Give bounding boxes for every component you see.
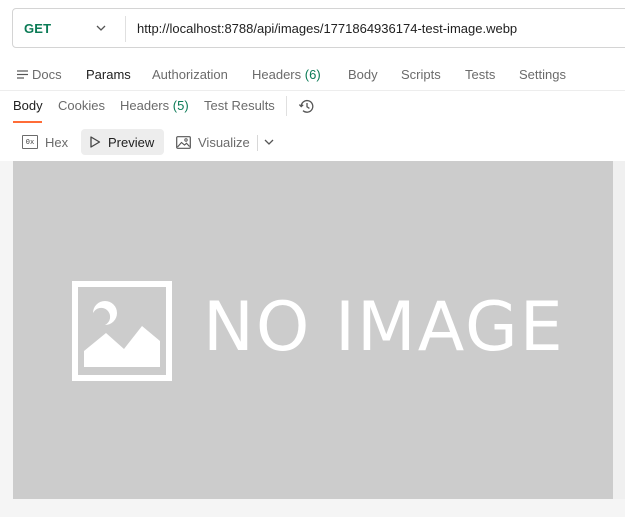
preview-view-label: Preview	[108, 134, 155, 150]
tab-headers[interactable]: Headers (6)	[252, 67, 321, 82]
method-label: GET	[24, 20, 52, 36]
visualize-view-button[interactable]: Visualize	[168, 129, 258, 155]
tabs-separator	[286, 96, 287, 116]
response-tab-headers[interactable]: Headers (5)	[120, 98, 189, 113]
tab-docs[interactable]: Docs	[17, 67, 62, 82]
method-divider	[125, 16, 126, 42]
url-input[interactable]	[137, 9, 607, 47]
response-preview-area: NO IMAGE	[0, 161, 625, 517]
hex-icon: 0x	[22, 135, 38, 149]
image-icon	[176, 135, 191, 149]
no-image-text: NO IMAGE	[203, 288, 565, 367]
history-icon[interactable]	[298, 98, 315, 115]
preview-view-button[interactable]: Preview	[81, 129, 164, 155]
response-tab-headers-count: (5)	[172, 98, 189, 113]
method-selector[interactable]: GET	[13, 9, 126, 47]
no-image-placeholder: NO IMAGE	[13, 161, 613, 499]
tab-scripts[interactable]: Scripts	[401, 67, 441, 82]
hex-view-button[interactable]: 0x Hex	[14, 129, 76, 155]
response-tab-body[interactable]: Body	[13, 98, 43, 113]
request-tabs: Docs Params Authorization Headers (6) Bo…	[0, 60, 625, 90]
response-tab-headers-label: Headers	[120, 98, 170, 113]
tab-docs-label: Docs	[32, 67, 62, 82]
tab-headers-count: (6)	[304, 67, 321, 82]
preview-side-gutter	[613, 161, 625, 499]
tab-headers-label: Headers	[252, 67, 302, 82]
response-tab-cookies[interactable]: Cookies	[58, 98, 105, 113]
picture-icon	[72, 281, 172, 381]
visualize-view-label: Visualize	[198, 134, 250, 150]
tab-tests[interactable]: Tests	[465, 67, 495, 82]
tab-body[interactable]: Body	[348, 67, 378, 82]
response-tab-test-results[interactable]: Test Results	[204, 98, 275, 113]
chevron-down-icon	[96, 25, 106, 31]
tab-authorization[interactable]: Authorization	[152, 67, 228, 82]
view-mode-bar: 0x Hex Preview Visualize	[0, 128, 625, 156]
tab-params[interactable]: Params	[86, 67, 131, 82]
request-url-bar: GET	[12, 8, 625, 48]
active-tab-underline	[13, 121, 42, 123]
hex-view-label: Hex	[45, 134, 69, 150]
tab-settings[interactable]: Settings	[519, 67, 566, 82]
chevron-down-icon[interactable]	[263, 137, 275, 147]
view-mode-separator	[257, 135, 258, 151]
response-tabs: Body Cookies Headers (5) Test Results	[0, 91, 625, 123]
docs-icon	[17, 70, 28, 79]
play-icon	[90, 136, 101, 148]
